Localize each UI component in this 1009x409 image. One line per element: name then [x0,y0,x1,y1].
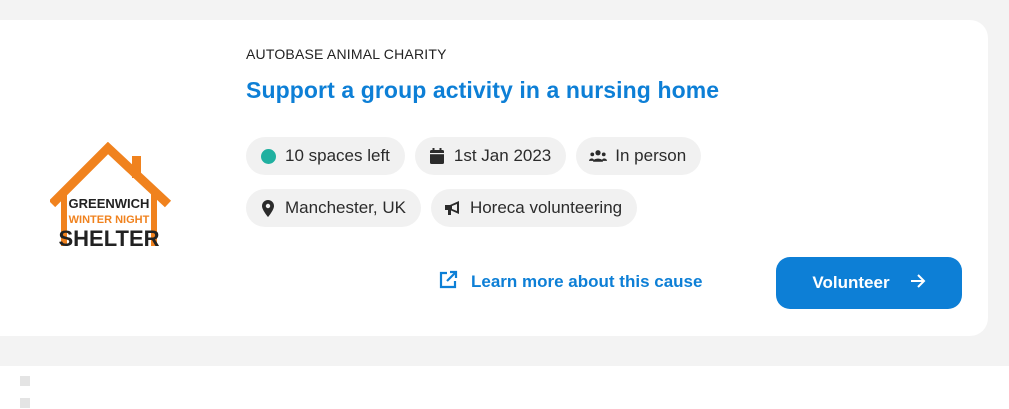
logo-line-2: WINTER NIGHT [69,214,150,226]
chip-label: Horeca volunteering [469,198,623,217]
calendar-icon [428,147,446,165]
logo-line-1: GREENWICH [69,196,150,211]
people-icon [589,147,608,165]
date-chip: 1st Jan 2023 [414,137,567,175]
chip-label: 1st Jan 2023 [453,146,552,165]
learn-more-link[interactable]: Learn more about this cause [439,270,702,294]
placeholder-fragment [20,398,30,408]
organization-name: AUTOBASE ANIMAL CHARITY [246,46,447,62]
arrow-right-icon [910,273,926,293]
chip-label: 10 spaces left [285,146,390,165]
status-dot-icon [259,147,277,165]
opportunity-content: AUTOBASE ANIMAL CHARITY Support a group … [246,46,966,227]
spaces-left-chip: 10 spaces left [246,137,405,175]
location-chip: Manchester, UK [246,189,421,227]
next-card-area [0,366,1009,409]
megaphone-icon [444,199,462,217]
chip-label: Manchester, UK [285,198,406,217]
learn-more-label: Learn more about this cause [471,272,703,291]
attendance-chip: In person [576,137,702,175]
external-link-icon [439,270,458,294]
volunteer-button[interactable]: Volunteer [776,257,962,309]
detail-chips-row: Manchester, UK Horeca volunteering [246,189,966,227]
volunteer-label: Volunteer [812,273,890,292]
logo-line-3: SHELTER [58,226,159,251]
organization-logo: GREENWICH WINTER NIGHT SHELTER [48,141,172,252]
chip-label: In person [615,146,687,165]
location-pin-icon [259,199,277,217]
category-chip: Horeca volunteering [430,189,638,227]
detail-chips-row: 10 spaces left 1st Jan 2023 In person [246,137,966,175]
placeholder-fragment [20,376,30,386]
opportunity-title[interactable]: Support a group activity in a nursing ho… [246,77,966,104]
